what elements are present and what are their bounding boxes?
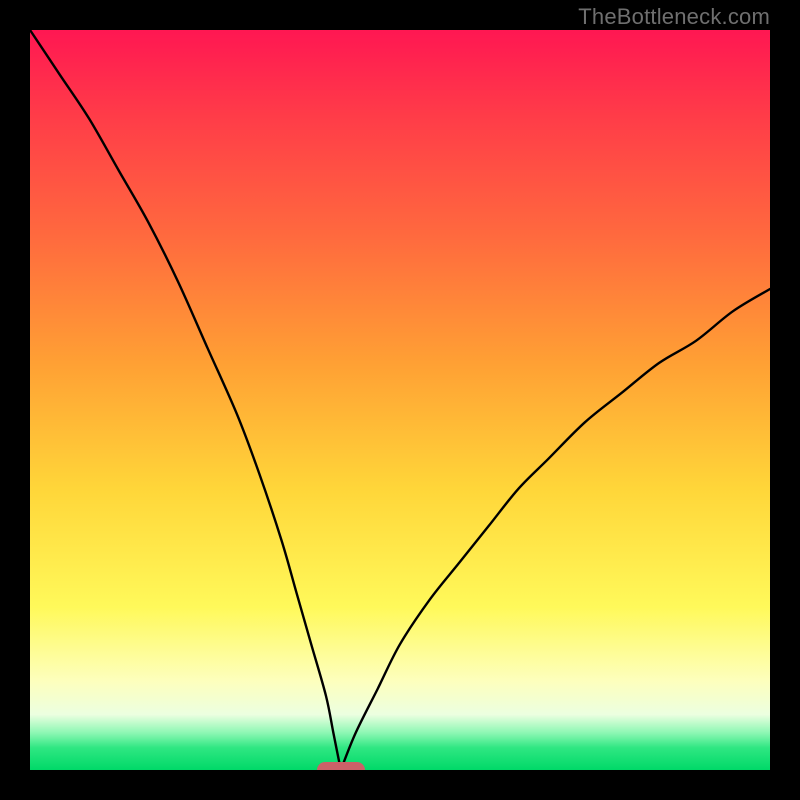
bottleneck-curve xyxy=(30,30,770,770)
chart-frame xyxy=(30,30,770,770)
curve-left-branch xyxy=(30,30,341,770)
curve-right-branch xyxy=(341,289,770,770)
credit-text: TheBottleneck.com xyxy=(578,4,770,30)
bottleneck-marker xyxy=(317,762,365,770)
